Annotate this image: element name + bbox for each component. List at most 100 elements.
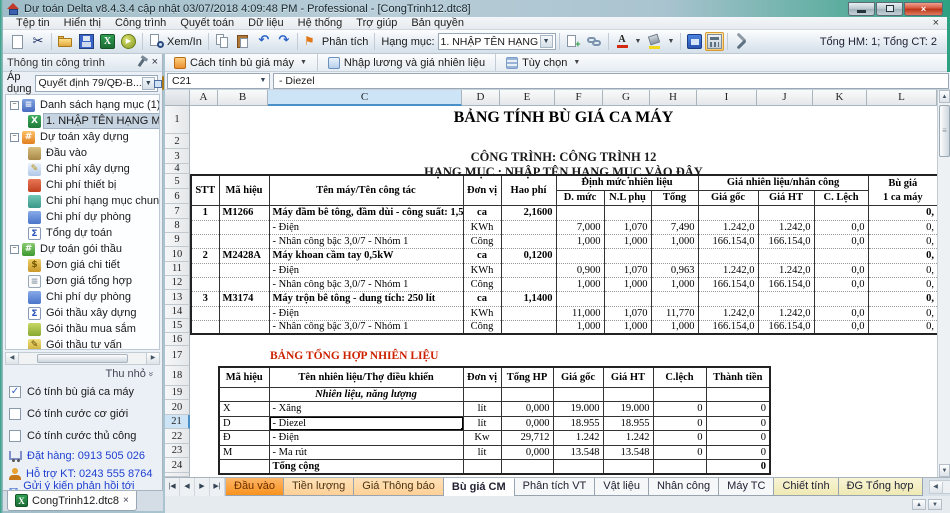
column-header-C[interactable]: C xyxy=(268,90,462,106)
sheet-title[interactable]: BẢNG TÍNH BÙ GIÁ CA MÁY xyxy=(190,109,937,127)
t1-header-giagoc[interactable]: Giá gốc xyxy=(698,190,758,205)
t1-cell-r9-cL[interactable]: 0, xyxy=(868,234,937,248)
row-header-7[interactable]: 7 xyxy=(165,204,190,219)
column-header-I[interactable]: I xyxy=(697,90,757,106)
sheet-tab-7[interactable]: Máy TC xyxy=(719,478,774,496)
t1-cell-r15-cG[interactable]: 1,000 xyxy=(604,320,651,334)
t1-cell-r12-cD[interactable]: Công xyxy=(463,277,501,291)
t1-header-ten[interactable]: Tên máy/Tên công tác xyxy=(269,175,463,205)
tree-item-5[interactable]: Chi phí thiết bị xyxy=(6,177,159,193)
t1-cell-r13-cB[interactable]: M3174 xyxy=(219,291,269,306)
t2-cell-r23-c3[interactable]: 0,000 xyxy=(501,445,553,459)
t1-cell-r14-cJ[interactable]: 1.242,0 xyxy=(758,306,814,320)
t1-cell-r7-cH[interactable] xyxy=(651,205,698,220)
row-header-11[interactable]: 11 xyxy=(165,262,190,276)
row-header-23[interactable]: 23 xyxy=(165,444,190,458)
t1-cell-r8-cC[interactable]: - Điện xyxy=(269,220,463,234)
t1-cell-r14-cF[interactable]: 11,000 xyxy=(556,306,604,320)
t1-cell-r11-cG[interactable]: 1,070 xyxy=(604,263,651,277)
t1-cell-r10-cF[interactable] xyxy=(556,248,604,263)
first-sheet-icon[interactable]: |◀ xyxy=(165,478,180,496)
t1-cell-r14-cB[interactable] xyxy=(219,306,269,320)
tree-item-9[interactable]: −#Dự toán gói thầu xyxy=(6,241,159,257)
t1-cell-r10-cB[interactable]: M2428A xyxy=(219,248,269,263)
tuy-chon-button[interactable]: Tùy chọn ▼ xyxy=(501,55,585,71)
t2-cell-r19-c1[interactable]: Nhiên liệu, năng lượng xyxy=(269,387,463,401)
sheet-hscrollbar[interactable]: ◀ ▶ xyxy=(929,480,950,494)
t2-cell-r20-c2[interactable]: lít xyxy=(463,401,501,416)
t1-cell-r10-cE[interactable]: 0,1200 xyxy=(501,248,556,263)
column-header-D[interactable]: D xyxy=(462,90,500,106)
minimize-button[interactable] xyxy=(848,2,875,16)
t1-cell-r14-cL[interactable]: 0, xyxy=(868,306,937,320)
t2-header-3[interactable]: Tổng HP xyxy=(501,367,553,387)
t1-cell-r8-cF[interactable]: 7,000 xyxy=(556,220,604,234)
tree-item-6[interactable]: Chi phí hạng mục chung xyxy=(6,193,159,209)
menu-item-6[interactable]: Trợ giúp xyxy=(349,17,404,30)
tree-item-4[interactable]: ✎Chi phí xây dựng xyxy=(6,161,159,177)
scroll-down-small-icon[interactable]: ▼ xyxy=(928,499,942,510)
t2-cell-r21-c5[interactable]: 18.955 xyxy=(603,416,653,430)
t1-cell-r11-cK[interactable]: 0,0 xyxy=(814,263,868,277)
spreadsheet-grid[interactable]: BẢNG TÍNH BÙ GIÁ CA MÁY CÔNG TRÌNH: CÔNG… xyxy=(190,106,937,477)
t1-cell-r11-cL[interactable]: 0, xyxy=(868,263,937,277)
t1-cell-r10-cH[interactable] xyxy=(651,248,698,263)
scroll-thumb[interactable] xyxy=(37,354,128,363)
restore-button[interactable] xyxy=(876,2,903,16)
t1-cell-r10-cA[interactable]: 2 xyxy=(191,248,219,263)
save-button[interactable] xyxy=(76,33,97,50)
t1-cell-r7-cI[interactable] xyxy=(698,205,758,220)
t1-cell-r14-cI[interactable]: 1.242,0 xyxy=(698,306,758,320)
t2-header-7[interactable]: Thành tiền xyxy=(706,367,770,387)
t1-header-clech[interactable]: C. Lệch xyxy=(814,190,868,205)
t1-header-ma[interactable]: Mã hiệu xyxy=(219,175,269,205)
sheet-tab-9[interactable]: ĐG Tổng hợp xyxy=(839,478,923,496)
t1-cell-r11-cA[interactable] xyxy=(191,263,219,277)
t1-cell-r11-cF[interactable]: 0,900 xyxy=(556,263,604,277)
row-header-22[interactable]: 22 xyxy=(165,429,190,444)
checkbox-checked[interactable]: ✓ xyxy=(9,386,21,398)
t1-cell-r9-cB[interactable] xyxy=(219,234,269,248)
t1-cell-r8-cH[interactable]: 7,490 xyxy=(651,220,698,234)
view-print-button[interactable]: Xem/In xyxy=(146,33,205,50)
row-header-18[interactable]: 18 xyxy=(165,366,190,386)
t1-cell-r13-cK[interactable] xyxy=(814,291,868,306)
t1-cell-r13-cF[interactable] xyxy=(556,291,604,306)
t1-cell-r12-cF[interactable]: 1,000 xyxy=(556,277,604,291)
t2-cell-r24-c1[interactable]: Tổng cộng xyxy=(269,459,463,474)
select-all-corner[interactable] xyxy=(165,90,190,106)
last-sheet-icon[interactable]: ▶| xyxy=(210,478,225,496)
t2-cell-r24-c6[interactable] xyxy=(653,459,706,474)
paste-button[interactable] xyxy=(233,33,254,50)
menu-item-5[interactable]: Hệ thống xyxy=(291,17,350,30)
t1-cell-r8-cI[interactable]: 1.242,0 xyxy=(698,220,758,234)
sheet-tab-6[interactable]: Nhân công xyxy=(649,478,719,496)
t1-cell-r8-cG[interactable]: 1,070 xyxy=(604,220,651,234)
t1-cell-r7-cJ[interactable] xyxy=(758,205,814,220)
menu-item-4[interactable]: Dữ liệu xyxy=(241,17,291,30)
t1-cell-r9-cI[interactable]: 166.154,0 xyxy=(698,234,758,248)
row-header-15[interactable]: 15 xyxy=(165,319,190,333)
t1-cell-r12-cC[interactable]: - Nhân công bậc 3,0/7 - Nhóm 1 xyxy=(269,277,463,291)
t2-cell-r23-c4[interactable]: 13.548 xyxy=(553,445,603,459)
t1-cell-r10-cJ[interactable] xyxy=(758,248,814,263)
t1-cell-r9-cE[interactable] xyxy=(501,234,556,248)
t2-cell-r23-c0[interactable]: M xyxy=(219,445,269,459)
menu-item-2[interactable]: Công trình xyxy=(108,17,173,30)
tree-item-2[interactable]: −#Dự toán xây dựng xyxy=(6,129,159,145)
t1-cell-r8-cD[interactable]: KWh xyxy=(463,220,501,234)
decision-select[interactable]: Quyết định 79/QĐ-B... ▼ xyxy=(35,75,157,92)
checkbox-unchecked[interactable] xyxy=(9,408,21,420)
column-header-F[interactable]: F xyxy=(555,90,603,106)
t1-cell-r12-cG[interactable]: 1,000 xyxy=(604,277,651,291)
t1-cell-r13-cG[interactable] xyxy=(604,291,651,306)
t1-cell-r7-cG[interactable] xyxy=(604,205,651,220)
next-sheet-icon[interactable]: ▶ xyxy=(195,478,210,496)
t1-header-bg2[interactable]: 1 ca máy xyxy=(868,190,937,205)
column-header-A[interactable]: A xyxy=(190,90,218,106)
t1-cell-r7-cA[interactable]: 1 xyxy=(191,205,219,220)
t1-cell-r13-cA[interactable]: 3 xyxy=(191,291,219,306)
t1-header-dv[interactable]: Đơn vị xyxy=(463,175,501,205)
t1-cell-r7-cF[interactable] xyxy=(556,205,604,220)
t1-cell-r14-cE[interactable] xyxy=(501,306,556,320)
